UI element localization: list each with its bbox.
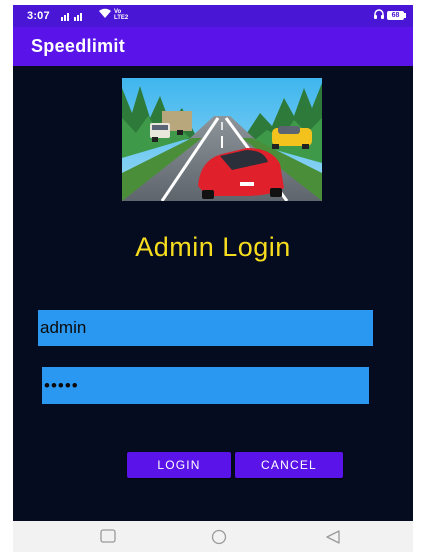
status-bar: 3:07 Vo LTE2 68 [13,5,413,27]
signal-icon [61,9,82,21]
lte-bottom-label: LTE2 [114,15,129,21]
app-title: Speedlimit [31,36,126,56]
username-field[interactable] [38,310,373,346]
headset-icon [373,8,385,23]
password-field[interactable] [42,367,369,404]
circle-home-icon[interactable] [211,529,227,545]
app-screen: 3:07 Vo LTE2 68 Speedlimit Admin Login a… [13,5,413,552]
battery-tip [404,13,406,18]
lte-icon: Vo LTE2 [114,9,128,21]
wifi-icon [98,7,112,22]
system-nav-bar [13,521,413,552]
racing-car-image [122,78,322,201]
cancel-button[interactable]: CANCEL [235,452,343,478]
login-button[interactable]: LOGIN [127,452,231,478]
page-title: Admin Login [135,232,291,262]
status-time: 3:07 [27,10,50,22]
app-bar: Speedlimit [13,27,413,66]
triangle-back-icon[interactable] [325,529,341,545]
square-recents-icon[interactable] [100,529,116,543]
battery-icon: 68 [387,11,404,20]
